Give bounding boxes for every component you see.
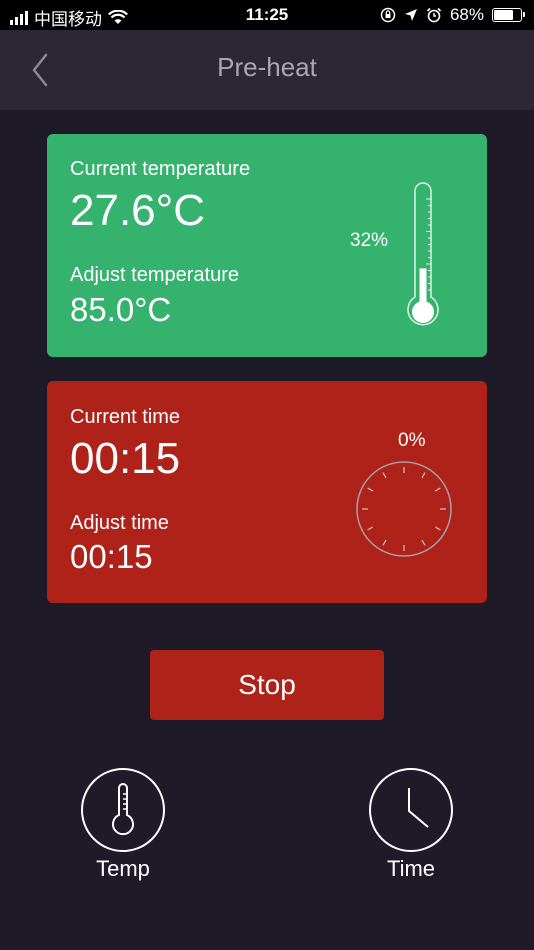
battery-icon xyxy=(492,8,525,22)
status-right: 68% xyxy=(380,5,525,25)
temperature-progress-percent: 32% xyxy=(350,230,389,251)
adjust-temperature-value: 85.0°C xyxy=(70,291,172,328)
status-bar: 中国移动 11:25 68% xyxy=(0,0,534,30)
battery-percent: 68% xyxy=(449,5,484,24)
tab-time[interactable]: Time xyxy=(369,768,453,882)
alarm-icon xyxy=(426,7,442,23)
adjust-time-label: Adjust time xyxy=(70,512,169,534)
time-card: Current time 00:15 Adjust time 00:15 0% xyxy=(47,381,487,603)
location-icon xyxy=(404,9,417,21)
tab-time-label: Time xyxy=(386,856,436,881)
adjust-temperature-label: Adjust temperature xyxy=(70,264,239,286)
thermometer-icon[interactable] xyxy=(81,768,165,852)
time-progress-percent: 0% xyxy=(398,430,426,451)
tab-temp[interactable]: Temp xyxy=(81,768,165,882)
page-title: Pre-heat xyxy=(217,52,317,82)
clock-icon[interactable] xyxy=(369,768,453,852)
thermometer-gauge-icon xyxy=(407,182,439,326)
current-temperature-label: Current temperature xyxy=(70,158,251,180)
adjust-time-value: 00:15 xyxy=(70,538,153,575)
nav-bar: Pre-heat xyxy=(0,30,534,110)
stop-button[interactable]: Stop xyxy=(150,650,384,720)
time-dial-icon xyxy=(356,461,452,557)
tab-temp-label: Temp xyxy=(96,856,150,881)
current-temperature-value: 27.6°C xyxy=(70,186,206,235)
current-time-value: 00:15 xyxy=(70,434,181,483)
current-time-label: Current time xyxy=(70,406,181,428)
temperature-card: Current temperature 27.6°C Adjust temper… xyxy=(47,134,487,357)
orientation-lock-icon xyxy=(380,7,396,23)
